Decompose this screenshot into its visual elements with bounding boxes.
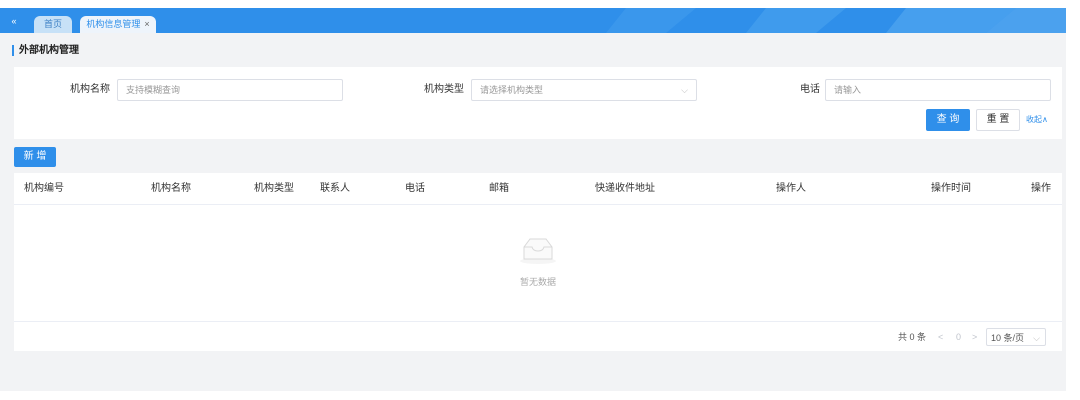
- page-size-select[interactable]: 10 条/页 ⌵: [986, 328, 1046, 346]
- tab-home[interactable]: 首页: [34, 16, 72, 33]
- pagination-total: 共 0 条: [898, 332, 927, 342]
- phone-input[interactable]: 请输入: [825, 79, 1051, 101]
- chevron-left-icon[interactable]: <: [938, 328, 943, 346]
- divider: [14, 321, 1062, 322]
- column-header: 电话: [405, 183, 425, 194]
- column-header: 操作: [1031, 183, 1051, 194]
- column-header: 操作人: [776, 183, 806, 194]
- pagination-page[interactable]: 0: [956, 328, 961, 346]
- query-button[interactable]: 查 询: [926, 109, 970, 131]
- data-table: 机构编号 机构名称 机构类型 联系人 电话 邮箱 快递收件地址 操作人 操作时间…: [14, 173, 1062, 351]
- column-header: 机构类型: [254, 183, 294, 194]
- tab-org-info[interactable]: 机构信息管理 ×: [80, 16, 156, 33]
- org-name-input[interactable]: 支持模糊查询: [117, 79, 343, 101]
- add-button[interactable]: 新 增: [14, 147, 56, 167]
- phone-label: 电话: [800, 84, 820, 95]
- table-header: 机构编号 机构名称 机构类型 联系人 电话 邮箱 快递收件地址 操作人 操作时间…: [14, 173, 1062, 205]
- tab-org-info-label: 机构信息管理: [86, 19, 141, 29]
- page-title: 外部机构管理: [12, 45, 79, 56]
- chevron-down-icon: ⌵: [1033, 333, 1040, 343]
- org-name-label: 机构名称: [70, 84, 110, 95]
- main-content: 外部机构管理 机构名称 支持模糊查询 机构类型 请选择机构类型 ⌵ 电话 请输入…: [0, 33, 1066, 391]
- column-header: 操作时间: [931, 183, 971, 194]
- header-decoration: [606, 8, 1066, 33]
- empty-text: 暂无数据: [519, 277, 556, 287]
- tab-bar: « 首页 机构信息管理 ×: [0, 8, 1066, 33]
- empty-box-icon: [520, 238, 556, 264]
- chevron-right-icon[interactable]: >: [972, 328, 977, 346]
- tab-home-label: 首页: [43, 19, 62, 29]
- column-header: 联系人: [320, 183, 350, 194]
- close-icon[interactable]: ×: [144, 19, 149, 29]
- column-header: 邮箱: [489, 183, 509, 194]
- search-form: 机构名称 支持模糊查询 机构类型 请选择机构类型 ⌵ 电话 请输入 查 询 重 …: [14, 67, 1062, 139]
- reset-button[interactable]: 重 置: [976, 109, 1020, 131]
- org-type-select[interactable]: 请选择机构类型 ⌵: [471, 79, 697, 101]
- org-type-label: 机构类型: [424, 84, 464, 95]
- page-edge: [1066, 0, 1080, 400]
- chevron-down-icon: ⌵: [681, 85, 688, 95]
- collapse-menu-icon[interactable]: «: [4, 13, 24, 29]
- column-header: 机构编号: [24, 183, 64, 194]
- page-size-value: 10 条/页: [991, 333, 1025, 343]
- org-type-placeholder: 请选择机构类型: [480, 85, 544, 95]
- column-header: 快递收件地址: [595, 183, 655, 194]
- collapse-search-link[interactable]: 收起∧: [1026, 109, 1048, 131]
- column-header: 机构名称: [151, 183, 191, 194]
